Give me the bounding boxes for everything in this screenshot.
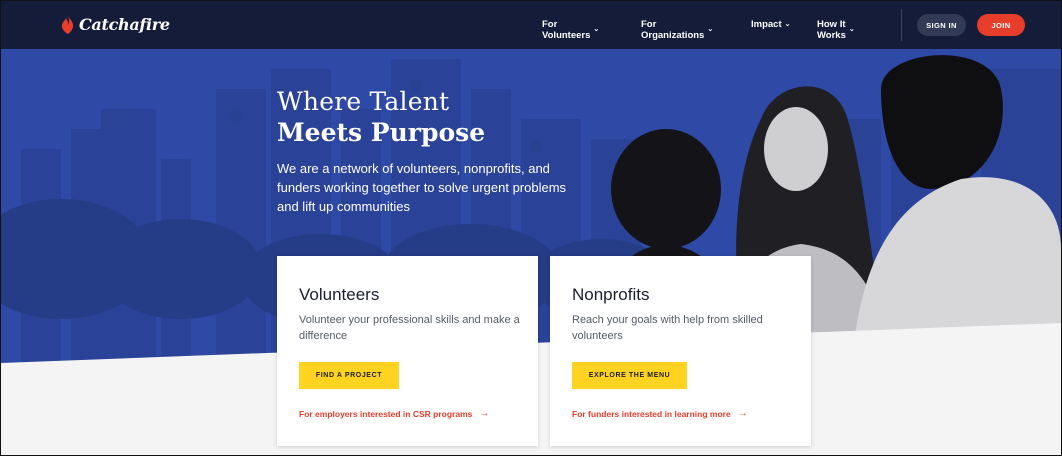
card-link-label: For employers interested in CSR programs — [299, 408, 473, 419]
nav-item-label: How It Works — [817, 19, 846, 41]
hero-description: We are a network of volunteers, nonprofi… — [277, 161, 567, 214]
csr-programs-link[interactable]: For employers interested in CSR programs… — [299, 408, 489, 419]
join-button[interactable]: JOIN — [977, 14, 1025, 36]
hero-heading: Where Talent Meets Purpose — [277, 87, 485, 149]
card-text: Volunteer your professional skills and m… — [299, 314, 520, 342]
volunteers-card: Volunteers Volunteer your professional s… — [277, 256, 538, 446]
chevron-down-icon: ⌄ — [784, 20, 791, 28]
nav-item-label: Impact — [751, 19, 782, 30]
sign-in-button[interactable]: SIGN IN — [917, 14, 966, 36]
chevron-down-icon: ⌄ — [593, 26, 600, 33]
card-link-label: For funders interested in learning more — [572, 408, 731, 419]
logo[interactable]: Catchafire — [61, 15, 170, 34]
nav-divider — [901, 9, 902, 41]
arrow-right-icon: → — [737, 408, 748, 419]
logo-text: Catchafire — [79, 15, 170, 34]
find-a-project-button[interactable]: FIND A PROJECT — [299, 362, 399, 389]
nav-item-label: For Organizations — [641, 19, 705, 41]
arrow-right-icon: → — [479, 408, 490, 419]
page: Catchafire For Volunteers ⌄ For Organiza… — [0, 0, 1062, 456]
explore-the-menu-button[interactable]: EXPLORE THE MENU — [572, 362, 687, 389]
nav-item-impact[interactable]: Impact ⌄ — [751, 19, 791, 30]
card-text: Reach your goals with help from skilled … — [572, 314, 763, 342]
card-title: Volunteers — [299, 285, 380, 304]
nav-item-label: For Volunteers — [542, 19, 591, 41]
nav-item-for-organizations[interactable]: For Organizations ⌄ — [641, 19, 713, 41]
card-title: Nonprofits — [572, 285, 650, 304]
chevron-down-icon: ⌄ — [848, 26, 855, 33]
top-navbar: Catchafire For Volunteers ⌄ For Organiza… — [1, 1, 1061, 49]
funders-learn-more-link[interactable]: For funders interested in learning more … — [572, 408, 748, 419]
chevron-down-icon: ⌄ — [707, 26, 714, 33]
nonprofits-card: Nonprofits Reach your goals with help fr… — [550, 256, 811, 446]
hero-heading-line1: Where Talent — [277, 87, 450, 116]
nav-item-how-it-works[interactable]: How It Works ⌄ — [817, 19, 855, 41]
hero-heading-line2: Meets Purpose — [277, 118, 486, 147]
flame-icon — [61, 15, 74, 34]
nav-item-for-volunteers[interactable]: For Volunteers ⌄ — [542, 19, 599, 41]
